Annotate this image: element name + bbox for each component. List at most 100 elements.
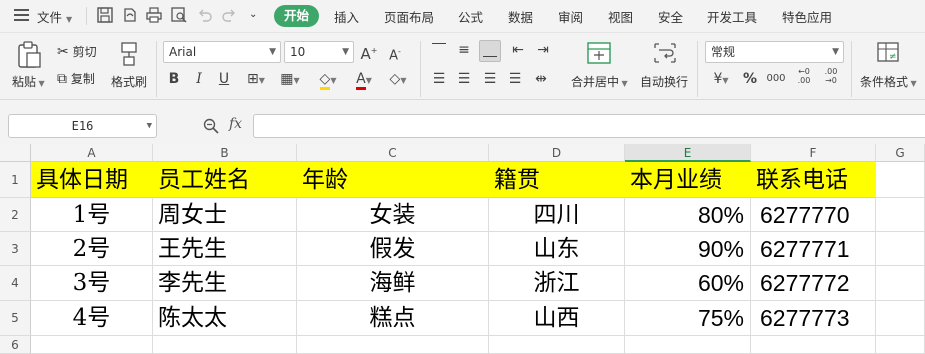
row-header-6[interactable]: 6 [0,336,31,354]
font-name-select[interactable]: Arial ▼ [163,41,281,63]
paste-icon[interactable] [16,41,42,69]
font-color-icon[interactable]: A▼ [349,70,379,90]
distributed-align-icon[interactable]: ⇹ [530,70,552,88]
wrap-text-button[interactable]: 自动换行 [640,73,688,90]
fx-icon[interactable]: fx [229,116,242,132]
file-menu[interactable]: 文件 ▼ [37,7,72,26]
data-cell[interactable] [625,336,751,354]
data-cell[interactable]: 海鲜 [297,266,489,301]
data-cell[interactable]: 李先生 [153,266,297,301]
data-cell[interactable]: 6277772 [751,266,876,301]
select-all-corner[interactable] [0,144,31,162]
header-cell[interactable]: 籍贯 [489,162,625,198]
header-cell[interactable]: 员工姓名 [153,162,297,198]
data-cell[interactable] [876,301,925,336]
cell-style-icon[interactable]: ▦▼ [277,70,303,90]
data-cell[interactable]: 陈太太 [153,301,297,336]
column-header-f[interactable]: F [751,144,876,162]
print-icon[interactable] [145,6,163,24]
data-cell[interactable] [876,198,925,232]
row-header-2[interactable]: 2 [0,198,31,232]
merge-center-button[interactable]: 合并居中 ▼ [571,73,628,90]
decrease-decimal-icon[interactable]: .00 →0 [821,67,841,85]
data-cell[interactable] [876,336,925,354]
header-cell[interactable]: 具体日期 [31,162,153,198]
merge-center-icon[interactable] [586,41,612,65]
paste-button[interactable]: 粘贴 ▼ [12,73,45,90]
column-header-e[interactable]: E [625,144,751,162]
data-cell[interactable]: 80% [625,198,751,232]
header-cell[interactable]: 联系电话 [751,162,876,198]
print-preview-icon[interactable] [170,6,188,24]
justify-icon[interactable]: ☰ [506,70,524,88]
column-header-a[interactable]: A [31,144,153,162]
tab-view[interactable]: 视图 [608,7,633,26]
data-cell[interactable] [876,162,925,198]
align-top-icon[interactable]: ⎺ [430,41,448,59]
data-cell[interactable]: 75% [625,301,751,336]
align-left-icon[interactable]: ☰ [430,70,448,88]
data-cell[interactable] [876,232,925,266]
decrease-indent-icon[interactable]: ⇤ [509,41,527,59]
header-cell[interactable]: 本月业绩 [625,162,751,198]
clear-format-icon[interactable]: ◇▼ [385,70,411,90]
comma-style-icon[interactable]: 000 [766,70,786,88]
underline-icon[interactable]: U [216,70,232,88]
tab-security[interactable]: 安全 [658,7,683,26]
data-cell[interactable]: 6277771 [751,232,876,266]
data-cell[interactable]: 90% [625,232,751,266]
data-cell[interactable]: 女装 [297,198,489,232]
header-cell[interactable]: 年龄 [297,162,489,198]
increase-indent-icon[interactable]: ⇥ [534,41,552,59]
column-header-g[interactable]: G [876,144,925,162]
tab-data[interactable]: 数据 [508,7,533,26]
data-cell[interactable]: 王先生 [153,232,297,266]
tab-insert[interactable]: 插入 [334,7,359,26]
align-center-icon[interactable]: ☰ [455,70,473,88]
italic-icon[interactable]: I [191,70,207,88]
percent-icon[interactable]: % [741,70,759,88]
data-cell[interactable]: 3号 [31,266,153,301]
redo-icon[interactable] [220,6,238,24]
data-cell[interactable]: 周女士 [153,198,297,232]
data-cell[interactable]: 1号 [31,198,153,232]
row-header-4[interactable]: 4 [0,266,31,301]
data-cell[interactable]: 糕点 [297,301,489,336]
zoom-icon[interactable] [203,118,219,134]
data-cell[interactable]: 浙江 [489,266,625,301]
hamburger-menu-icon[interactable] [14,9,29,21]
font-size-select[interactable]: 10 ▼ [284,41,354,63]
export-pdf-icon[interactable] [121,6,139,24]
tab-special-features[interactable]: 特色应用 [782,7,832,26]
increase-decimal-icon[interactable]: ←0.00 [794,67,814,85]
bold-icon[interactable]: B [166,70,182,88]
column-header-b[interactable]: B [153,144,297,162]
conditional-format-button[interactable]: 条件格式 ▼ [860,73,917,90]
data-cell[interactable] [876,266,925,301]
row-header-3[interactable]: 3 [0,232,31,266]
name-box[interactable]: E16 ▼ [8,114,157,138]
wrap-text-icon[interactable] [652,41,678,65]
fill-color-icon[interactable]: ◇▼ [313,70,343,90]
row-header-5[interactable]: 5 [0,301,31,336]
data-cell[interactable]: 山东 [489,232,625,266]
data-cell[interactable] [153,336,297,354]
data-cell[interactable] [751,336,876,354]
data-cell[interactable]: 假发 [297,232,489,266]
format-painter-button[interactable]: 格式刷 [111,73,147,90]
data-cell[interactable]: 四川 [489,198,625,232]
data-cell[interactable]: 6277770 [751,198,876,232]
tab-page-layout[interactable]: 页面布局 [384,7,434,26]
column-header-c[interactable]: C [297,144,489,162]
customize-toolbar-icon[interactable]: ⌄ [249,9,257,20]
copy-button[interactable]: ⧉ 复制 [57,70,95,87]
increase-font-size-icon[interactable]: A+ [359,42,379,63]
conditional-format-icon[interactable]: ≠ [876,41,902,65]
borders-icon[interactable]: ⊞▼ [243,70,269,90]
undo-icon[interactable] [196,6,214,24]
data-cell[interactable]: 4号 [31,301,153,336]
tab-review[interactable]: 审阅 [558,7,583,26]
currency-icon[interactable]: ¥▼ [708,70,734,90]
formula-input[interactable] [253,114,925,138]
align-middle-icon[interactable]: ≡ [455,41,473,59]
